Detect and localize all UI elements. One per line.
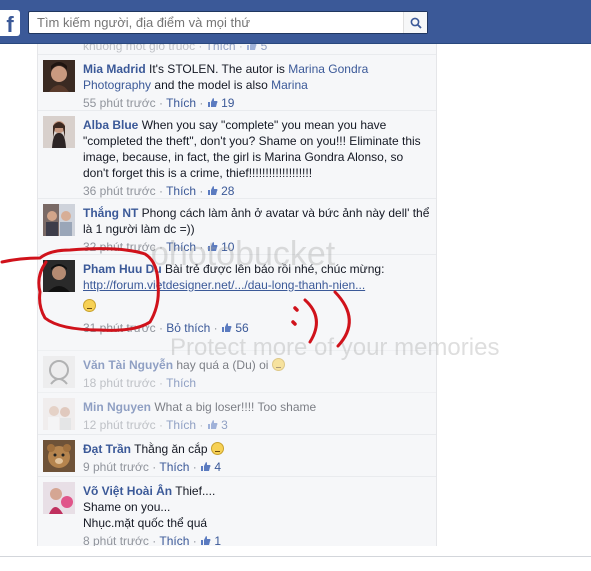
comment-author[interactable]: Alba Blue bbox=[83, 118, 138, 132]
comment-item: Văn Tài Nguyễn hay quá a (Du) oi 18 phút… bbox=[38, 350, 436, 392]
comment-body: Pham Huu Du Bài trẻ được lên báo rồi nhé… bbox=[83, 255, 432, 314]
thumbs-up-icon bbox=[207, 96, 218, 107]
thumbs-up-icon bbox=[246, 44, 257, 50]
like-count[interactable]: 56 bbox=[235, 321, 248, 335]
avatar[interactable] bbox=[43, 260, 75, 292]
comment-item: Mia Madrid It's STOLEN. The autor is Mar… bbox=[38, 54, 436, 110]
avatar[interactable] bbox=[43, 116, 75, 148]
comment-item: Alba Blue When you say "complete" you me… bbox=[38, 110, 436, 198]
comment-body: Văn Tài Nguyễn hay quá a (Du) oi bbox=[83, 351, 432, 373]
comment-time[interactable]: 31 phút trước bbox=[83, 321, 156, 335]
comment-text: Nhục.mặt quốc thể quá bbox=[83, 516, 208, 530]
comment-body: Min Nguyen What a big loser!!!! Too sham… bbox=[83, 393, 432, 415]
like-count[interactable]: 28 bbox=[221, 184, 234, 198]
comment-time[interactable]: 36 phút trước bbox=[83, 184, 156, 198]
comment-meta: 18 phút trước · Thích bbox=[83, 376, 197, 390]
comment-mention[interactable]: Marina bbox=[271, 78, 308, 92]
comment-time[interactable]: khuong mot gio truoc bbox=[83, 44, 195, 53]
comment-item: Min Nguyen What a big loser!!!! Too sham… bbox=[38, 392, 436, 434]
like-count[interactable]: 5 bbox=[261, 44, 268, 53]
comment-text: Shame on you... bbox=[83, 500, 171, 514]
avatar[interactable] bbox=[43, 398, 75, 430]
comment-item: Pham Huu Du Bài trẻ được lên báo rồi nhé… bbox=[38, 254, 436, 350]
avatar[interactable] bbox=[43, 60, 75, 92]
comment-meta: 8 phút trước · Thích · 1 bbox=[83, 534, 222, 546]
comment-time[interactable]: 18 phút trước bbox=[83, 376, 156, 390]
avatar[interactable] bbox=[43, 204, 75, 236]
comment-body: Alba Blue When you say "complete" you me… bbox=[83, 111, 432, 181]
comment-item: Thắng NT Phong cách làm ảnh ở avatar và … bbox=[38, 198, 436, 254]
comment-time[interactable]: 12 phút trước bbox=[83, 418, 156, 432]
comment-time[interactable]: 8 phút trước bbox=[83, 534, 149, 546]
comment-meta: 32 phút trước · Thích · 10 bbox=[83, 240, 235, 254]
comment-item: Đạt Trần Thằng ăn cắp 9 phút trước · Thí… bbox=[38, 434, 436, 476]
comment-text: Bài trẻ được lên báo rồi nhé, chúc mừng: bbox=[165, 262, 385, 276]
like-count[interactable]: 1 bbox=[214, 534, 221, 546]
like-count[interactable]: 4 bbox=[214, 460, 221, 474]
like-button[interactable]: Thích bbox=[166, 184, 196, 198]
like-button[interactable]: Thích bbox=[206, 44, 236, 53]
thumbs-up-icon bbox=[207, 240, 218, 251]
smiley-icon bbox=[271, 358, 285, 371]
comment-author[interactable]: Thắng NT bbox=[83, 206, 138, 220]
comment-text: It's STOLEN. The autor is bbox=[149, 62, 289, 76]
avatar[interactable] bbox=[43, 356, 75, 388]
avatar[interactable] bbox=[43, 482, 75, 514]
comment-author[interactable]: Văn Tài Nguyễn bbox=[83, 358, 173, 372]
search-box bbox=[28, 11, 428, 34]
search-input[interactable] bbox=[29, 12, 404, 33]
comment-author[interactable]: Min Nguyen bbox=[83, 400, 151, 414]
comment-meta: 36 phút trước · Thích · 28 bbox=[83, 184, 235, 198]
thumbs-up-icon bbox=[200, 534, 211, 545]
comment-text: Thief.... bbox=[175, 484, 216, 498]
comment-list: khuong mot gio truoc · Thích · 5 Mia Mad… bbox=[37, 44, 437, 546]
comment-time[interactable]: 9 phút trước bbox=[83, 460, 149, 474]
like-count[interactable]: 10 bbox=[221, 240, 234, 254]
unamused-emoji-icon bbox=[210, 442, 224, 455]
like-button[interactable]: Thích bbox=[166, 240, 196, 254]
comment-meta: 55 phút trước · Thích · 19 bbox=[83, 96, 235, 110]
facebook-logo-icon[interactable]: f bbox=[0, 10, 20, 36]
comment-item: Võ Việt Hoài Ân Thief.... Shame on you..… bbox=[38, 476, 436, 546]
comment-author[interactable]: Võ Việt Hoài Ân bbox=[83, 484, 172, 498]
search-button[interactable] bbox=[403, 12, 427, 33]
comment-item-partial: khuong mot gio truoc · Thích · 5 bbox=[38, 44, 436, 54]
comment-body: Thắng NT Phong cách làm ảnh ở avatar và … bbox=[83, 199, 432, 237]
comment-meta: 12 phút trước · Thích · 3 bbox=[83, 418, 228, 432]
comment-text: and the model is also bbox=[151, 78, 272, 92]
thumbs-up-icon bbox=[207, 418, 218, 429]
like-button[interactable]: Thích bbox=[166, 376, 196, 390]
smiley-icon bbox=[83, 299, 96, 312]
comment-time[interactable]: 55 phút trước bbox=[83, 96, 156, 110]
comment-meta: 9 phút trước · Thích · 4 bbox=[83, 460, 222, 474]
thumbs-up-icon bbox=[200, 460, 211, 471]
page-footer bbox=[0, 557, 591, 571]
comment-meta: khuong mot gio truoc · Thích · 5 bbox=[83, 44, 432, 54]
comment-text: hay quá a (Du) oi bbox=[176, 358, 269, 372]
avatar[interactable] bbox=[43, 440, 75, 472]
thumbs-up-icon bbox=[207, 184, 218, 195]
like-button[interactable]: Thích bbox=[166, 96, 196, 110]
comment-text: Thằng ăn cắp bbox=[134, 442, 208, 456]
comment-meta: 31 phút trước · Bỏ thích · 56 bbox=[83, 321, 249, 335]
comment-text: What a big loser!!!! Too shame bbox=[154, 400, 317, 414]
comment-author[interactable]: Đạt Trần bbox=[83, 442, 131, 456]
search-icon bbox=[410, 17, 422, 29]
like-count[interactable]: 3 bbox=[221, 418, 228, 432]
comment-body: Võ Việt Hoài Ân Thief.... Shame on you..… bbox=[83, 477, 432, 531]
top-navigation-bar: f bbox=[0, 0, 591, 44]
comment-body: Đạt Trần Thằng ăn cắp bbox=[83, 435, 432, 457]
like-button[interactable]: Thích bbox=[159, 534, 189, 546]
thumbs-up-icon bbox=[221, 321, 232, 332]
comment-author[interactable]: Mia Madrid bbox=[83, 62, 146, 76]
like-button[interactable]: Thích bbox=[166, 418, 196, 432]
like-count[interactable]: 19 bbox=[221, 96, 234, 110]
unlike-button[interactable]: Bỏ thích bbox=[166, 321, 210, 335]
comment-body: Mia Madrid It's STOLEN. The autor is Mar… bbox=[83, 55, 432, 93]
comment-time[interactable]: 32 phút trước bbox=[83, 240, 156, 254]
like-button[interactable]: Thích bbox=[159, 460, 189, 474]
comment-author[interactable]: Pham Huu Du bbox=[83, 262, 162, 276]
comment-link[interactable]: http://forum.vietdesigner.net/.../dau-lo… bbox=[83, 278, 365, 292]
